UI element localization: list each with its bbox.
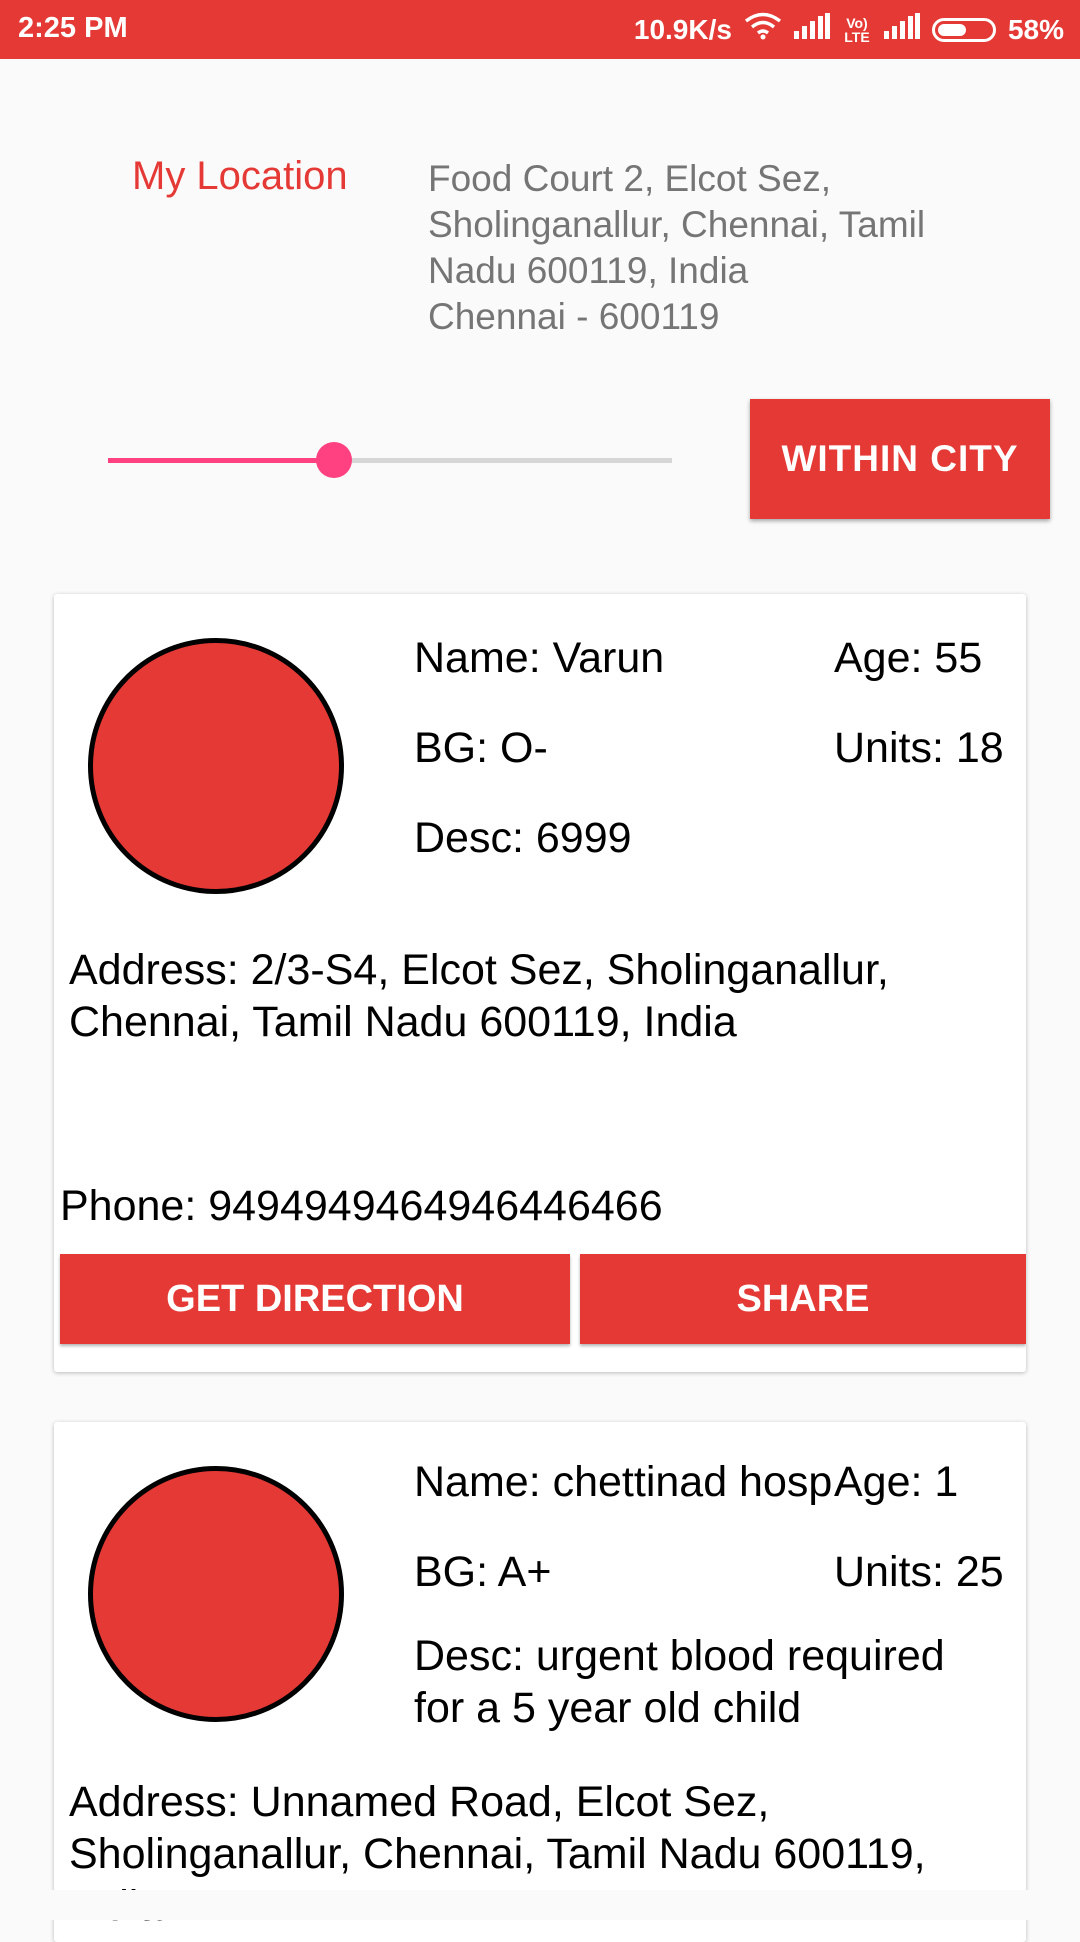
wifi-icon xyxy=(744,12,782,47)
units: Units: 25 xyxy=(834,1548,1004,1596)
radius-slider[interactable] xyxy=(108,442,672,478)
my-location-address: Food Court 2, Elcot Sez, Sholinganallur,… xyxy=(428,156,988,340)
units: Units: 18 xyxy=(834,724,1004,772)
status-icons: 10.9K/s Vo) LTE 58% xyxy=(634,12,1064,47)
my-location-city: Chennai - 600119 xyxy=(428,296,720,337)
donor-age: Age: 55 xyxy=(834,634,983,682)
avatar xyxy=(88,1466,344,1722)
signal-icon xyxy=(793,13,830,46)
signal-icon-2 xyxy=(883,13,920,46)
slider-thumb[interactable] xyxy=(315,442,352,478)
slider-active-track xyxy=(108,458,334,463)
blood-group: BG: A+ xyxy=(414,1548,552,1596)
share-button[interactable]: SHARE xyxy=(580,1254,1026,1344)
my-location-street: Food Court 2, Elcot Sez, Sholinganallur,… xyxy=(428,158,926,291)
donor-name: Name: chettinad hosp xyxy=(414,1458,833,1506)
bottom-edge xyxy=(0,1890,1080,1920)
battery-icon xyxy=(931,17,996,42)
blood-group: BG: O- xyxy=(414,724,548,772)
battery-percent: 58% xyxy=(1007,13,1064,45)
battery-fill xyxy=(937,23,966,36)
within-city-button[interactable]: WITHIN CITY xyxy=(750,399,1050,519)
status-bar: 2:25 PM 10.9K/s Vo) LTE 58% xyxy=(0,0,1080,59)
request-card: Name: chettinad hosp Age: 1 BG: A+ Units… xyxy=(54,1422,1026,1942)
status-time: 2:25 PM xyxy=(18,12,128,44)
donor-name: Name: Varun xyxy=(414,634,665,682)
phone: Phone: 9494949464946446466 xyxy=(60,1182,663,1230)
volte-icon: Vo) LTE xyxy=(844,14,870,45)
avatar xyxy=(88,638,344,894)
description: Desc: 6999 xyxy=(414,814,632,862)
description: Desc: urgent blood required for a 5 year… xyxy=(414,1632,945,1732)
my-location-label: My Location xyxy=(132,154,348,198)
network-speed: 10.9K/s xyxy=(633,13,732,45)
donor-age: Age: 1 xyxy=(834,1458,959,1506)
get-direction-button[interactable]: GET DIRECTION xyxy=(60,1254,570,1344)
address: Address: 2/3-S4, Elcot Sez, Sholinganall… xyxy=(69,946,889,1046)
request-card: Name: Varun Age: 55 BG: O- Units: 18 Des… xyxy=(54,594,1026,1372)
